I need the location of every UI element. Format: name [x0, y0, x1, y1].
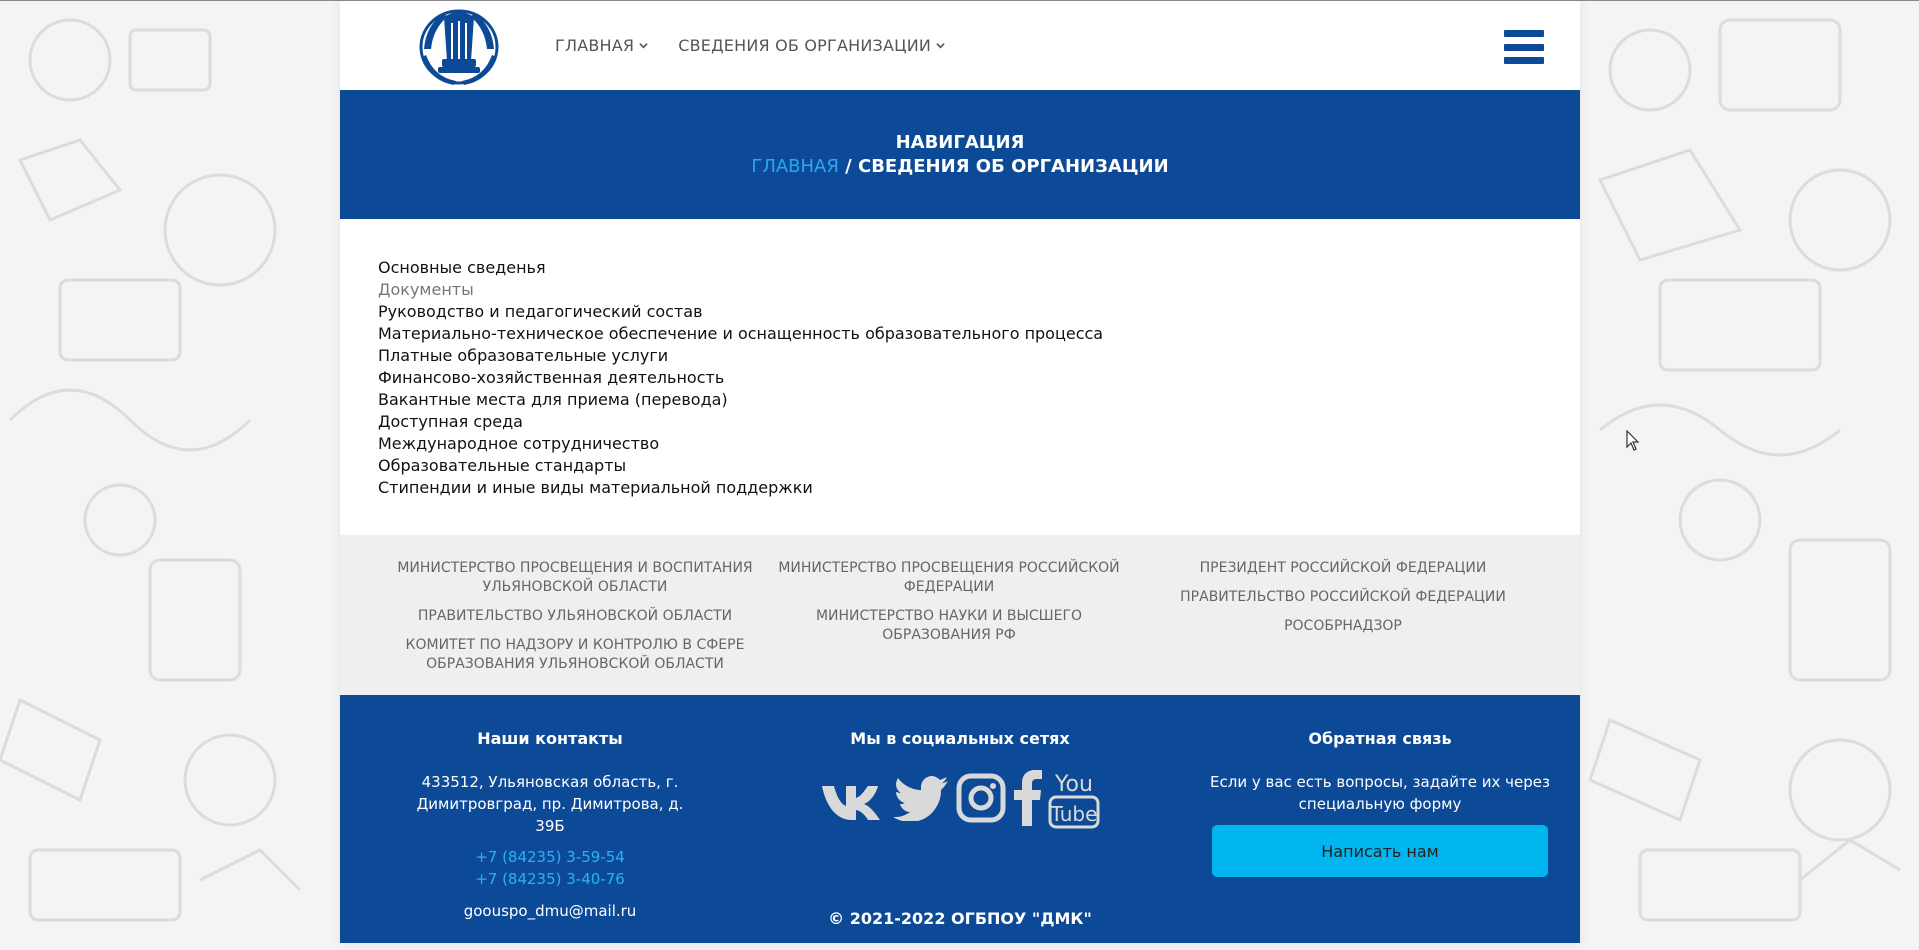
youtube-icon[interactable]: You Tube [1048, 767, 1100, 829]
chevron-down-icon [639, 43, 648, 49]
breadcrumb: ГЛАВНАЯ / СВЕДЕНИЯ ОБ ОРГАНИЗАЦИИ [340, 155, 1580, 179]
social-column: Мы в социальных сетях You Tube [780, 729, 1140, 829]
feedback-text: Если у вас есть вопросы, задайте их чере… [1210, 773, 1550, 813]
partner-link[interactable]: РОСОБРНАДЗОР [1158, 617, 1528, 636]
section-link-scholarships[interactable]: Стипендии и иные виды материальной подде… [378, 477, 1580, 499]
nav-item-label: СВЕДЕНИЯ ОБ ОРГАНИЗАЦИИ [678, 36, 932, 55]
section-link-finance[interactable]: Финансово-хозяйственная деятельность [378, 367, 1580, 389]
partner-link[interactable]: ПРЕЗИДЕНТ РОССИЙСКОЙ ФЕДЕРАЦИИ [1158, 559, 1528, 578]
page-container: ГЛАВНАЯ СВЕДЕНИЯ ОБ ОРГАНИЗАЦИИ НАВИГАЦИ… [340, 0, 1580, 943]
partner-column-1: МИНИСТЕРСТВО ПРОСВЕЩЕНИЯ И ВОСПИТАНИЯ УЛ… [396, 559, 754, 684]
section-link-basic-info[interactable]: Основные сведенья [378, 257, 1580, 279]
main-nav: ГЛАВНАЯ СВЕДЕНИЯ ОБ ОРГАНИЗАЦИИ [555, 36, 945, 55]
nav-item-label: ГЛАВНАЯ [555, 36, 635, 55]
copyright: © 2021-2022 ОГБПОУ "ДМК" [828, 909, 1092, 928]
section-link-staff[interactable]: Руководство и педагогический состав [378, 301, 1580, 323]
section-link-documents[interactable]: Документы [378, 279, 1580, 301]
feedback-title: Обратная связь [1308, 729, 1452, 748]
lyre-laurel-logo[interactable] [414, 3, 504, 87]
twitter-icon[interactable] [894, 775, 950, 821]
phone-link[interactable]: +7 (84235) 3-59-54 [400, 846, 700, 868]
section-link-vacancies[interactable]: Вакантные места для приема (перевода) [378, 389, 1580, 411]
partner-link[interactable]: МИНИСТЕРСТВО ПРОСВЕЩЕНИЯ И ВОСПИТАНИЯ УЛ… [396, 559, 754, 597]
feedback-column: Обратная связь Если у вас есть вопросы, … [1200, 729, 1560, 877]
partner-link[interactable]: ПРАВИТЕЛЬСТВО УЛЬЯНОВСКОЙ ОБЛАСТИ [396, 607, 754, 626]
section-link-international[interactable]: Международное сотрудничество [378, 433, 1580, 455]
vk-icon[interactable] [820, 776, 888, 820]
partner-link[interactable]: КОМИТЕТ ПО НАДЗОРУ И КОНТРОЛЮ В СФЕРЕ ОБ… [396, 636, 754, 674]
facebook-icon[interactable] [1012, 770, 1042, 826]
instagram-icon[interactable] [956, 773, 1006, 823]
top-border [0, 0, 1919, 1]
section-link-equipment[interactable]: Материально-техническое обеспечение и ос… [378, 323, 1580, 345]
navigation-title: НАВИГАЦИЯ [895, 132, 1025, 153]
breadcrumb-home-link[interactable]: ГЛАВНАЯ [751, 156, 839, 177]
phone-link[interactable]: +7 (84235) 3-40-76 [400, 868, 700, 890]
partner-links: МИНИСТЕРСТВО ПРОСВЕЩЕНИЯ И ВОСПИТАНИЯ УЛ… [340, 535, 1580, 695]
contacts-title: Наши контакты [477, 729, 623, 748]
svg-text:You: You [1054, 772, 1093, 797]
breadcrumb-separator: / [838, 156, 858, 177]
partner-link[interactable]: МИНИСТЕРСТВО ПРОСВЕЩЕНИЯ РОССИЙСКОЙ ФЕДЕ… [764, 559, 1134, 597]
partner-link[interactable]: ПРАВИТЕЛЬСТВО РОССИЙСКОЙ ФЕДЕРАЦИИ [1158, 588, 1528, 607]
hamburger-menu-icon[interactable] [1504, 30, 1544, 64]
address: 433512, Ульяновская область, г. Димитров… [416, 773, 684, 835]
site-header: ГЛАВНАЯ СВЕДЕНИЯ ОБ ОРГАНИЗАЦИИ [340, 0, 1580, 90]
partner-link[interactable]: МИНИСТЕРСТВО НАУКИ И ВЫСШЕГО ОБРАЗОВАНИЯ… [764, 607, 1134, 645]
write-to-us-button[interactable]: Написать нам [1212, 825, 1548, 877]
social-title: Мы в социальных сетях [850, 729, 1070, 748]
breadcrumb-current: СВЕДЕНИЯ ОБ ОРГАНИЗАЦИИ [857, 156, 1169, 177]
section-link-paid-services[interactable]: Платные образовательные услуги [378, 345, 1580, 367]
chevron-down-icon [936, 43, 945, 49]
contacts-column: Наши контакты 433512, Ульяновская област… [400, 729, 700, 922]
sections-list: Основные сведенья Документы Руководство … [340, 219, 1580, 535]
social-icons: You Tube [780, 767, 1140, 829]
partner-column-2: МИНИСТЕРСТВО ПРОСВЕЩЕНИЯ РОССИЙСКОЙ ФЕДЕ… [764, 559, 1134, 655]
svg-text:Tube: Tube [1050, 802, 1098, 826]
section-link-standards[interactable]: Образовательные стандарты [378, 455, 1580, 477]
navigation-banner: НАВИГАЦИЯ ГЛАВНАЯ / СВЕДЕНИЯ ОБ ОРГАНИЗА… [340, 90, 1580, 219]
nav-item-home[interactable]: ГЛАВНАЯ [555, 36, 648, 55]
mouse-cursor-icon [1626, 430, 1640, 451]
section-link-accessible-environment[interactable]: Доступная среда [378, 411, 1580, 433]
partner-column-3: ПРЕЗИДЕНТ РОССИЙСКОЙ ФЕДЕРАЦИИ ПРАВИТЕЛЬ… [1158, 559, 1528, 646]
site-footer: Наши контакты 433512, Ульяновская област… [340, 695, 1580, 943]
nav-item-organization[interactable]: СВЕДЕНИЯ ОБ ОРГАНИЗАЦИИ [678, 36, 945, 55]
